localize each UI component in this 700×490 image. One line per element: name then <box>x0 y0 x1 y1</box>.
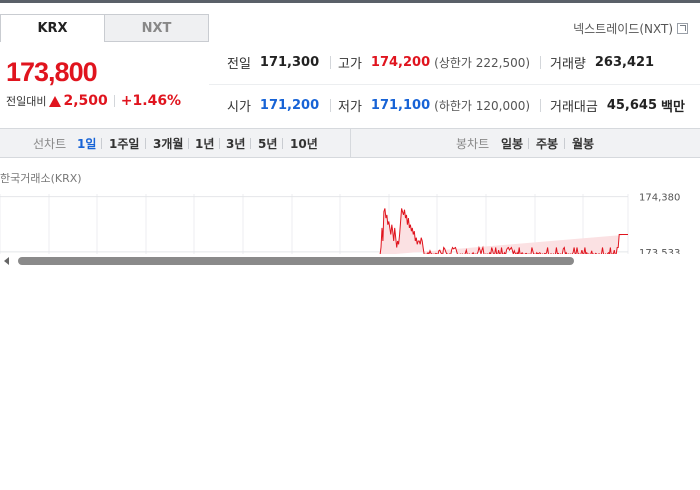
period-1w[interactable]: 1주일 <box>109 129 139 157</box>
info-open: 시가 171,200 <box>227 95 319 115</box>
external-link-icon <box>677 23 688 34</box>
line-chart-label: 선차트 <box>33 136 67 151</box>
candle-chart-label: 봉차트 <box>456 136 490 151</box>
info-trade-value: 거래대금 45,645 백만 <box>550 95 685 115</box>
info-low: 저가 171,100 (하한가 120,000) <box>338 95 530 115</box>
info-label: 거래대금 <box>550 99 598 115</box>
chart-source: 한국거래소(KRX) <box>0 172 82 185</box>
info-value: 174,200 <box>370 54 431 70</box>
period-1d[interactable]: 1일 <box>77 129 96 157</box>
divider <box>145 138 146 149</box>
info-value: 45,645 <box>606 97 658 113</box>
divider <box>330 56 331 69</box>
period-3m[interactable]: 3개월 <box>153 129 183 157</box>
series-area <box>380 208 628 256</box>
info-high: 고가 174,200 (상한가 222,500) <box>338 52 530 72</box>
period-1y[interactable]: 1년 <box>195 129 214 157</box>
tabs-baseline <box>105 41 209 42</box>
scroll-thumb[interactable] <box>18 257 574 265</box>
info-label: 고가 <box>338 56 362 72</box>
current-price: 173,800 <box>6 57 98 87</box>
change-separator <box>113 95 115 107</box>
up-arrow-icon <box>49 95 62 107</box>
tab-krx[interactable]: KRX <box>0 14 105 42</box>
info-label: 시가 <box>227 99 251 115</box>
period-3y[interactable]: 3년 <box>226 129 245 157</box>
divider <box>188 138 189 149</box>
info-label: 저가 <box>338 99 362 115</box>
price-change: 전일대비 2,500 +1.46% <box>6 93 181 109</box>
divider <box>330 99 331 112</box>
divider <box>282 138 283 149</box>
divider <box>101 138 102 149</box>
tab-nxt[interactable]: NXT <box>105 14 209 42</box>
upper-limit: (상한가 222,500) <box>434 55 531 70</box>
scroll-left-arrow-icon[interactable] <box>4 257 9 265</box>
period-daily[interactable]: 일봉 <box>501 129 523 157</box>
price-line-chart: 174,380173,533 <box>0 193 680 256</box>
change-label: 전일대비 <box>6 95 47 108</box>
divider <box>540 56 541 69</box>
divider <box>564 138 565 149</box>
info-unit: 백만 <box>661 99 685 115</box>
divider <box>540 99 541 112</box>
divider <box>250 138 251 149</box>
period-5y[interactable]: 5년 <box>258 129 277 157</box>
info-prev-close: 전일 171,300 <box>227 52 319 72</box>
change-amount: 2,500 <box>63 93 108 109</box>
lower-limit: (하한가 120,000) <box>434 98 531 113</box>
next-trade-link[interactable]: 넥스트레이드(NXT) <box>573 20 688 37</box>
period-weekly[interactable]: 주봉 <box>536 129 558 157</box>
chart-scrollbar[interactable] <box>0 254 700 268</box>
period-monthly[interactable]: 월봉 <box>572 129 594 157</box>
info-value: 263,421 <box>594 54 655 70</box>
next-trade-link-label: 넥스트레이드(NXT) <box>573 22 673 36</box>
info-value: 171,300 <box>259 54 320 70</box>
info-row-divider <box>209 84 700 85</box>
info-volume: 거래량 263,421 <box>550 52 654 72</box>
info-value: 171,100 <box>370 97 431 113</box>
chart-period-bar: 선차트 1일 1주일 3개월 1년 3년 5년 10년 봉차트 일봉 주봉 월봉 <box>0 128 700 158</box>
top-border <box>0 0 700 3</box>
bar-split <box>350 129 351 157</box>
divider <box>219 138 220 149</box>
y-tick-label: 174,380 <box>639 193 680 204</box>
divider <box>528 138 529 149</box>
info-label: 거래량 <box>550 56 586 72</box>
info-value: 171,200 <box>259 97 320 113</box>
period-10y[interactable]: 10년 <box>290 129 318 157</box>
info-label: 전일 <box>227 56 251 72</box>
change-percent: +1.46% <box>120 93 182 109</box>
market-tabs: KRX NXT <box>0 14 209 42</box>
